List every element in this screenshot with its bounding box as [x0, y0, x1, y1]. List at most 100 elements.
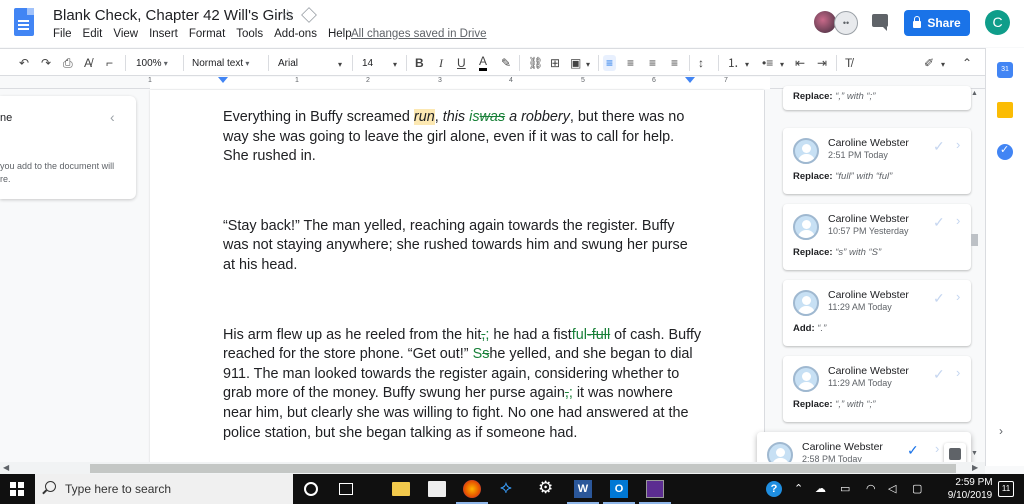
cortana-icon[interactable]: [304, 482, 318, 496]
increase-indent-icon[interactable]: ⇥: [817, 55, 827, 71]
document-title[interactable]: Blank Check, Chapter 42 Will's Girls: [53, 7, 293, 24]
tray-overflow-icon[interactable]: ⌃: [794, 482, 803, 495]
document-page[interactable]: Everything in Buffy screamed run, this i…: [150, 90, 764, 464]
taskbar-search-box[interactable]: Type here to search: [35, 474, 293, 504]
suggested-insertion[interactable]: is: [469, 109, 479, 125]
suggested-deletion[interactable]: was: [480, 109, 506, 125]
font-chevron-icon[interactable]: ▾: [338, 57, 342, 73]
editing-mode-chevron-icon[interactable]: ▾: [941, 57, 945, 73]
calendar-icon[interactable]: 31: [997, 62, 1013, 78]
style-select[interactable]: Normal text: [192, 56, 249, 72]
save-status-link[interactable]: All changes saved in Drive: [351, 28, 487, 40]
zoom-select[interactable]: 100%: [136, 56, 168, 72]
action-center-icon[interactable]: 11: [998, 481, 1014, 497]
collapse-toolbar-icon[interactable]: ⌃: [962, 55, 972, 71]
docs-logo-icon[interactable]: [14, 8, 34, 36]
accept-suggestion-icon[interactable]: ✓: [907, 442, 919, 459]
reject-suggestion-icon[interactable]: ›: [956, 137, 960, 152]
accept-suggestion-icon[interactable]: ✓: [933, 214, 945, 231]
suggestion-card[interactable]: Caroline Webster 10:57 PM Yesterday ✓ › …: [783, 204, 971, 270]
insert-link-icon[interactable]: ⛓: [528, 55, 543, 71]
clock-time[interactable]: 2:59 PM: [954, 477, 994, 488]
undo-icon[interactable]: ↶: [19, 55, 29, 71]
battery-icon[interactable]: ▭: [840, 482, 850, 495]
bulleted-list-chevron-icon[interactable]: ▾: [780, 57, 784, 73]
suggested-insertion[interactable]: S: [473, 346, 483, 362]
line-spacing-icon[interactable]: ↕: [698, 55, 704, 71]
firefox-icon[interactable]: [463, 480, 481, 498]
decrease-indent-icon[interactable]: ⇤: [795, 55, 805, 71]
numbered-list-icon[interactable]: ⒈: [727, 55, 739, 71]
close-outline-icon[interactable]: ‹: [110, 109, 115, 125]
accept-suggestion-icon[interactable]: ✓: [933, 366, 945, 383]
scroll-down-icon[interactable]: ▼: [971, 450, 978, 457]
anonymous-viewer-avatar[interactable]: ••: [834, 11, 858, 35]
accept-suggestion-icon[interactable]: ✓: [933, 290, 945, 307]
task-view-icon[interactable]: [339, 483, 353, 495]
user-avatar[interactable]: C: [985, 10, 1010, 35]
paint-format-icon[interactable]: ⌐: [106, 55, 113, 71]
share-button[interactable]: Share: [904, 10, 970, 36]
align-center-icon[interactable]: ≡: [627, 55, 634, 71]
app-icon[interactable]: [646, 480, 664, 498]
menu-tools[interactable]: Tools: [236, 28, 263, 40]
suggested-deletion[interactable]: -full: [587, 327, 610, 343]
store-icon[interactable]: [428, 481, 446, 497]
suggested-insertion[interactable]: ful: [572, 327, 587, 343]
menu-insert[interactable]: Insert: [149, 28, 178, 40]
visual-studio-icon[interactable]: ⟡: [500, 477, 518, 497]
windows-start-icon[interactable]: [10, 482, 24, 496]
vertical-scrollbar[interactable]: ▲ ▼: [969, 90, 981, 464]
expand-side-panel-icon[interactable]: ›: [999, 424, 1003, 438]
suggestion-card[interactable]: Replace: “,” with “;”: [783, 86, 971, 110]
left-indent-marker[interactable]: [218, 77, 228, 83]
scroll-up-icon[interactable]: ▲: [971, 90, 978, 97]
bold-button[interactable]: B: [415, 55, 424, 71]
align-right-icon[interactable]: ≡: [649, 55, 656, 71]
menu-edit[interactable]: Edit: [83, 28, 103, 40]
file-explorer-icon[interactable]: [392, 482, 410, 496]
outlook-icon[interactable]: O: [610, 480, 628, 498]
menu-view[interactable]: View: [113, 28, 138, 40]
onedrive-icon[interactable]: ☁: [815, 482, 826, 495]
menu-format[interactable]: Format: [189, 28, 225, 40]
scroll-right-icon[interactable]: ▶: [972, 463, 978, 472]
volume-icon[interactable]: ◁: [888, 482, 896, 495]
insert-image-icon[interactable]: ▣: [570, 55, 581, 71]
settings-gear-icon[interactable]: ⚙: [538, 478, 556, 497]
word-icon[interactable]: W: [574, 480, 592, 498]
menu-file[interactable]: File: [53, 28, 72, 40]
text-color-button[interactable]: A: [479, 55, 488, 71]
font-size-select[interactable]: 14: [362, 56, 373, 72]
highlight-color-icon[interactable]: ✎: [501, 55, 511, 71]
reject-suggestion-icon[interactable]: ›: [956, 365, 960, 380]
size-chevron-icon[interactable]: ▾: [393, 57, 397, 73]
help-tray-icon[interactable]: ?: [766, 481, 782, 497]
right-indent-marker[interactable]: [685, 77, 695, 83]
menu-help[interactable]: Help: [328, 28, 352, 40]
suggestion-card[interactable]: Caroline Webster 2:51 PM Today ✓ › Repla…: [783, 128, 971, 194]
image-chevron-icon[interactable]: ▾: [586, 57, 590, 73]
keep-icon[interactable]: [997, 102, 1013, 118]
clear-formatting-icon[interactable]: T̸: [845, 55, 852, 71]
move-to-drive-icon[interactable]: [301, 7, 317, 23]
horizontal-scroll-thumb[interactable]: [90, 464, 956, 473]
collaborator-avatar[interactable]: [814, 11, 836, 33]
editing-mode-icon[interactable]: ✐: [924, 55, 934, 71]
suggestion-card[interactable]: Caroline Webster 11:29 AM Today ✓ › Add:…: [783, 280, 971, 346]
print-icon[interactable]: ⎙: [63, 55, 73, 71]
italic-button[interactable]: I: [439, 55, 443, 71]
add-comment-icon[interactable]: ⊞: [550, 55, 560, 71]
star-icon[interactable]: ☆: [281, 6, 294, 24]
bulleted-list-icon[interactable]: •≡: [762, 55, 773, 71]
redo-icon[interactable]: ↷: [41, 55, 51, 71]
ime-icon[interactable]: ▢: [912, 482, 922, 495]
align-left-icon[interactable]: ≡: [603, 55, 617, 71]
justify-icon[interactable]: ≡: [671, 55, 678, 71]
scroll-left-icon[interactable]: ◀: [3, 463, 9, 472]
tasks-icon[interactable]: [997, 143, 1013, 160]
spellcheck-icon[interactable]: A̸: [84, 55, 92, 71]
comment-history-icon[interactable]: [872, 14, 888, 31]
numbered-list-chevron-icon[interactable]: ▾: [745, 57, 749, 73]
reject-suggestion-icon[interactable]: ›: [935, 441, 939, 456]
